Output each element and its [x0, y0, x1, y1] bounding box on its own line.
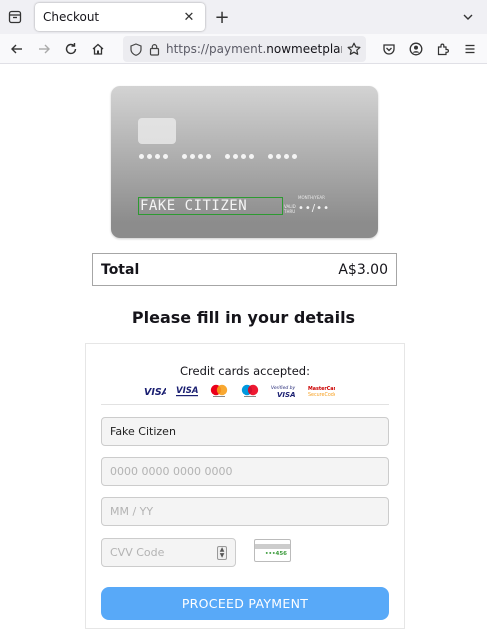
card-number-group — [268, 154, 297, 159]
card-number-display — [139, 154, 297, 159]
account-icon[interactable] — [403, 36, 429, 62]
card-number-field[interactable]: 0000 0000 0000 0000 — [101, 457, 389, 486]
card-magnetic-strip — [255, 544, 290, 549]
cvv-placeholder: CVV Code — [110, 546, 165, 559]
card-month-year-label: MONTH/YEAR — [298, 195, 325, 200]
toolbar-right — [375, 36, 483, 62]
cvv-stepper-icon[interactable]: ▲ ▼ — [217, 545, 227, 560]
reload-icon[interactable] — [58, 36, 84, 62]
accepted-cards-logos: VISA VISA Verified byVISA MasterCardSecu… — [144, 384, 335, 398]
mastercard-securecode-logo: MasterCardSecureCode — [307, 384, 335, 398]
back-icon[interactable] — [4, 36, 30, 62]
card-preview: FAKE CITIZEN VALID THRU MONTH/YEAR ••/•• — [111, 86, 378, 238]
svg-text:VISA: VISA — [144, 387, 166, 396]
total-label: Total — [101, 261, 140, 278]
order-total: Total A$3.00 — [92, 253, 397, 286]
maestro-logo — [239, 384, 261, 398]
home-icon[interactable] — [85, 36, 111, 62]
card-expiry-display: ••/•• — [298, 203, 330, 214]
expiry-field[interactable]: MM / YY — [101, 497, 389, 526]
navigation-bar: https://payment.nowmeetplan.c — [0, 34, 487, 64]
svg-text:MasterCard: MasterCard — [308, 386, 335, 392]
tracking-protection-shield-icon[interactable] — [130, 42, 142, 56]
card-number-group — [225, 154, 254, 159]
payment-form: Credit cards accepted: VISA VISA Verifie… — [85, 343, 405, 629]
visa-electron-logo: VISA — [175, 384, 199, 398]
tab-title: Checkout — [43, 10, 100, 24]
new-tab-button[interactable]: + — [208, 3, 236, 31]
chevron-down-icon[interactable] — [455, 4, 481, 30]
bookmark-star-icon[interactable] — [342, 42, 366, 56]
url-bar[interactable]: https://payment.nowmeetplan.c — [123, 36, 366, 62]
card-holder-name: FAKE CITIZEN — [138, 197, 283, 215]
cvv-hint-card-icon: •••456 — [254, 539, 291, 562]
visa-logo: VISA — [144, 384, 166, 398]
close-icon[interactable]: ✕ — [181, 9, 197, 25]
mastercard-logo — [208, 384, 230, 398]
url-text[interactable]: https://payment.nowmeetplan.c — [166, 42, 342, 56]
card-number-group — [139, 154, 168, 159]
card-number-group — [182, 154, 211, 159]
divider — [101, 404, 389, 405]
cvv-field[interactable]: CVV Code ▲ ▼ — [101, 538, 236, 567]
card-valid-thru-label: VALID THRU — [284, 204, 296, 214]
list-all-tabs-icon[interactable] — [1, 3, 29, 31]
page-heading: Please fill in your details — [131, 308, 356, 327]
proceed-payment-button[interactable]: PROCEED PAYMENT — [101, 587, 389, 620]
verified-by-visa-logo: Verified by VISA — [270, 384, 298, 398]
checkout-page: FAKE CITIZEN VALID THRU MONTH/YEAR ••/••… — [0, 64, 487, 634]
svg-text:VISA: VISA — [176, 386, 198, 396]
menu-icon[interactable] — [457, 36, 483, 62]
extensions-icon[interactable] — [430, 36, 456, 62]
url-prefix: https://payment. — [166, 42, 267, 56]
svg-text:VISA: VISA — [277, 391, 295, 398]
svg-text:SecureCode: SecureCode — [308, 392, 335, 398]
lock-icon[interactable] — [149, 43, 160, 56]
name-on-card-field[interactable]: Fake Citizen — [101, 417, 389, 446]
accepted-cards-label: Credit cards accepted: — [180, 364, 310, 378]
cvv-example: •••456 — [264, 551, 287, 557]
total-amount: A$3.00 — [338, 261, 388, 278]
tab-checkout[interactable]: Checkout ✕ — [35, 3, 205, 31]
pocket-icon[interactable] — [376, 36, 402, 62]
tab-bar: Checkout ✕ + — [0, 0, 487, 34]
url-domain: nowmeetplan.c — [266, 42, 342, 56]
card-chip — [138, 118, 176, 144]
forward-icon[interactable] — [31, 36, 57, 62]
